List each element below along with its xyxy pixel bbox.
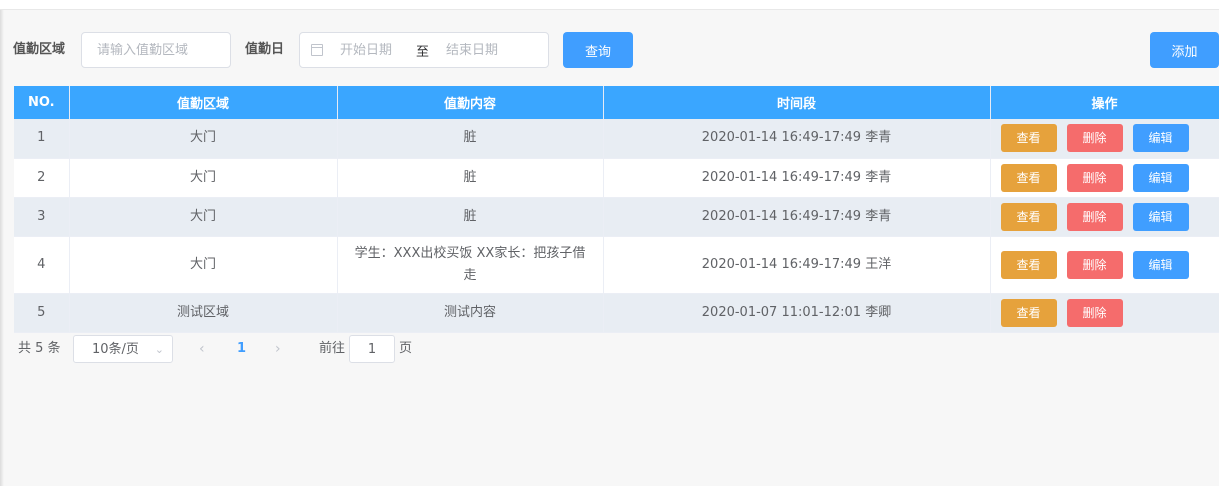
- duty-table: NO. 值勤区域 值勤内容 时间段 操作 1 大门 脏 2020-01-14 1…: [14, 86, 1219, 333]
- view-button[interactable]: 查看: [1000, 298, 1057, 327]
- cell-area: 大门: [69, 158, 338, 198]
- table-row: 3 大门 脏 2020-01-14 16:49-17:49 李青 查看 删除 编辑: [14, 197, 1219, 237]
- view-button[interactable]: 查看: [1000, 250, 1057, 279]
- start-date-input[interactable]: [340, 42, 410, 58]
- cell-time: 2020-01-14 16:49-17:49 李青: [603, 119, 991, 159]
- filter-toolbar: 值勤区域 值勤日 至 查询 添加: [0, 32, 1219, 68]
- cell-no: 3: [14, 197, 70, 237]
- cell-actions: 查看 删除 编辑: [990, 119, 1219, 159]
- cell-actions: 查看 删除 编辑: [990, 158, 1219, 198]
- view-button[interactable]: 查看: [1000, 163, 1057, 192]
- delete-button[interactable]: 删除: [1066, 163, 1123, 192]
- goto-page-field[interactable]: [349, 335, 395, 363]
- area-label: 值勤区域: [13, 42, 66, 57]
- area-search-input[interactable]: [97, 42, 227, 58]
- table-header-row: NO. 值勤区域 值勤内容 时间段 操作: [14, 86, 1219, 119]
- col-header-no: NO.: [14, 86, 70, 119]
- total-count: 共 5 条: [18, 341, 61, 356]
- left-edge: [0, 10, 4, 486]
- cell-no: 4: [14, 236, 70, 294]
- end-date-input[interactable]: [446, 42, 527, 58]
- cell-content: 脏: [337, 197, 604, 237]
- edit-button[interactable]: 编辑: [1132, 250, 1189, 279]
- col-header-time: 时间段: [603, 86, 991, 119]
- cell-actions: 查看 删除 编辑: [990, 197, 1219, 237]
- page-number-current[interactable]: 1: [237, 335, 246, 363]
- page-suffix: 页: [399, 341, 413, 356]
- page-size-value: 10条/页: [92, 342, 139, 357]
- cell-no: 5: [14, 293, 70, 333]
- top-bar: [0, 0, 1219, 10]
- view-button[interactable]: 查看: [1000, 124, 1057, 153]
- delete-button[interactable]: 删除: [1066, 250, 1123, 279]
- page-size-select[interactable]: 10条/页 ⌄: [73, 335, 173, 363]
- chevron-right-icon[interactable]: ›: [275, 335, 281, 363]
- area-search-field[interactable]: [81, 32, 231, 68]
- cell-time: 2020-01-14 16:49-17:49 王洋: [603, 236, 991, 294]
- chevron-down-icon: ⌄: [154, 343, 164, 356]
- pagination: 共 5 条 10条/页 ⌄ ‹ 1 › 前往 页: [18, 335, 618, 363]
- edit-button[interactable]: 编辑: [1132, 202, 1189, 231]
- goto-label: 前往: [319, 341, 346, 356]
- range-separator: 至: [416, 44, 430, 60]
- table-row: 4 大门 学生：XXX出校买饭 XX家长：把孩子借走 2020-01-14 16…: [14, 236, 1219, 294]
- table-row: 5 测试区域 测试内容 2020-01-07 11:01-12:01 李卿 查看…: [14, 293, 1219, 333]
- calendar-icon: [311, 44, 323, 56]
- table-row: 1 大门 脏 2020-01-14 16:49-17:49 李青 查看 删除 编辑: [14, 119, 1219, 159]
- cell-actions: 查看 删除: [990, 293, 1219, 333]
- table-row: 2 大门 脏 2020-01-14 16:49-17:49 李青 查看 删除 编辑: [14, 158, 1219, 198]
- cell-content: 测试内容: [337, 293, 604, 333]
- edit-button[interactable]: 编辑: [1132, 163, 1189, 192]
- cell-time: 2020-01-14 16:49-17:49 李青: [603, 197, 991, 237]
- edit-button[interactable]: 编辑: [1132, 124, 1189, 153]
- date-range-picker[interactable]: 至: [299, 32, 549, 68]
- cell-actions: 查看 删除 编辑: [990, 236, 1219, 294]
- date-label: 值勤日: [245, 42, 285, 57]
- cell-time: 2020-01-14 16:49-17:49 李青: [603, 158, 991, 198]
- cell-time: 2020-01-07 11:01-12:01 李卿: [603, 293, 991, 333]
- cell-no: 2: [14, 158, 70, 198]
- cell-area: 测试区域: [69, 293, 338, 333]
- cell-content: 脏: [337, 119, 604, 159]
- cell-area: 大门: [69, 197, 338, 237]
- chevron-left-icon[interactable]: ‹: [199, 335, 205, 363]
- delete-button[interactable]: 删除: [1066, 124, 1123, 153]
- view-button[interactable]: 查看: [1000, 202, 1057, 231]
- col-header-area: 值勤区域: [69, 86, 338, 119]
- goto-page-input[interactable]: [350, 336, 394, 363]
- col-header-actions: 操作: [990, 86, 1219, 119]
- cell-no: 1: [14, 119, 70, 159]
- cell-content: 脏: [337, 158, 604, 198]
- cell-area: 大门: [69, 236, 338, 294]
- add-button[interactable]: 添加: [1150, 32, 1219, 68]
- cell-area: 大门: [69, 119, 338, 159]
- cell-content: 学生：XXX出校买饭 XX家长：把孩子借走: [337, 236, 604, 294]
- delete-button[interactable]: 删除: [1066, 298, 1123, 327]
- query-button[interactable]: 查询: [563, 32, 633, 68]
- delete-button[interactable]: 删除: [1066, 202, 1123, 231]
- col-header-content: 值勤内容: [337, 86, 604, 119]
